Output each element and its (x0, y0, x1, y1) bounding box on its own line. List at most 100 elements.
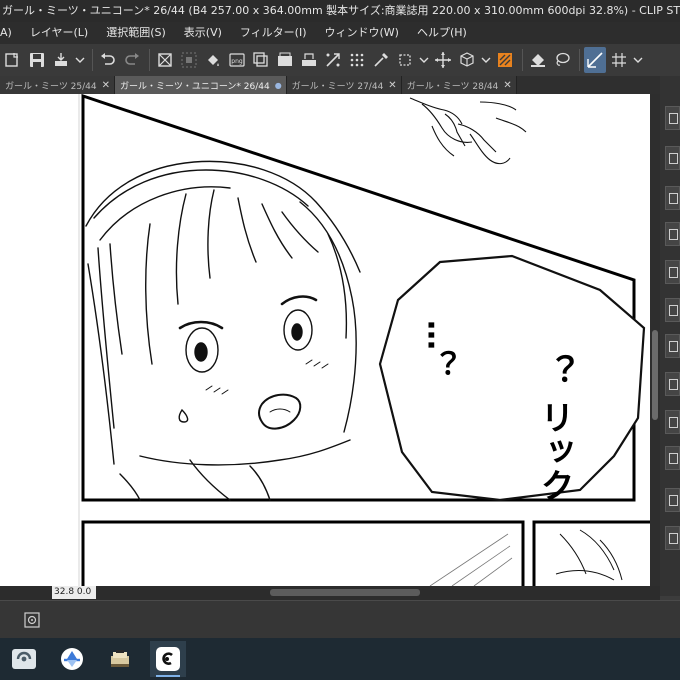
horizontal-scrollbar-thumb[interactable] (270, 589, 420, 596)
cut-button[interactable] (274, 47, 296, 73)
undo-button[interactable] (97, 47, 119, 73)
paint-brush-app-icon (61, 648, 83, 670)
tab-label: ガール・ミーツ 25/44 (5, 81, 97, 92)
menu-view[interactable]: 表示(V) (175, 22, 231, 44)
3d-button[interactable] (456, 47, 478, 73)
menu-layer[interactable]: レイヤー(L) (21, 22, 97, 44)
fill-button[interactable] (202, 47, 224, 73)
clear-button[interactable] (154, 47, 176, 73)
fill-bucket-icon (531, 54, 545, 67)
snap-icon (612, 53, 626, 67)
dock-panel-button[interactable] (665, 488, 680, 512)
toolbar-separator (149, 49, 150, 71)
app-window: ガール・ミーツ・ユニコーン* 26/44 (B4 257.00 x 364.00… (0, 0, 680, 680)
taskbar-clip-studio-paint[interactable] (150, 641, 186, 677)
taskbar-paint-app[interactable] (54, 641, 90, 677)
dock-panel-button[interactable] (665, 106, 680, 130)
transform-icon (326, 53, 340, 67)
new-file-button[interactable] (2, 47, 24, 73)
close-icon[interactable]: ✕ (388, 80, 396, 91)
tab-page-28[interactable]: ガール・ミーツ 28/44 ✕ (401, 76, 517, 94)
tab-page-25[interactable]: ガール・ミーツ 25/44 ✕ (0, 76, 116, 94)
clip-studio-paint-icon (156, 647, 180, 671)
document-tab-bar: ガール・ミーツ 25/44 ✕ ガール・ミーツ・ユニコーン* 26/44 ● ガ… (0, 76, 660, 94)
menu-filter[interactable]: フィルター(I) (231, 22, 316, 44)
scrollbar-thumb[interactable] (652, 330, 658, 420)
toolbar-separator (522, 49, 523, 71)
redo-button[interactable] (121, 47, 143, 73)
snap-dropdown[interactable] (632, 47, 644, 73)
title-bar: ガール・ミーツ・ユニコーン* 26/44 (B4 257.00 x 364.00… (0, 0, 680, 22)
dock-panel-button[interactable] (665, 186, 680, 210)
crop-button[interactable] (394, 47, 416, 73)
undo-icon (101, 53, 115, 65)
dock-panel-button[interactable] (665, 372, 680, 396)
target-icon (24, 612, 40, 628)
layer-color-button[interactable] (494, 47, 516, 73)
clear-outside-icon (181, 52, 197, 68)
redo-icon (125, 53, 139, 65)
window-title: ガール・ミーツ・ユニコーン* 26/44 (B4 257.00 x 364.00… (2, 4, 680, 17)
chevron-down-icon (481, 57, 491, 63)
modified-dot-icon[interactable]: ● (275, 81, 282, 90)
lasso-button[interactable] (551, 47, 573, 73)
move-button[interactable] (432, 47, 454, 73)
close-icon[interactable]: ✕ (102, 80, 110, 91)
fill-icon (208, 55, 219, 66)
3d-dropdown[interactable] (480, 47, 492, 73)
ruler-button[interactable] (584, 47, 606, 73)
toolbar-separator (579, 49, 580, 71)
tone-button[interactable] (346, 47, 368, 73)
menu-window[interactable]: ウィンドウ(W) (316, 22, 408, 44)
fill-bucket-button[interactable] (527, 47, 549, 73)
chevron-down-icon (633, 57, 643, 63)
snap-button[interactable] (608, 47, 630, 73)
drawing-canvas[interactable]: ？ リック …？ (0, 94, 650, 586)
dock-panel-button[interactable] (665, 260, 680, 284)
tab-page-27[interactable]: ガール・ミーツ 27/44 ✕ (286, 76, 402, 94)
layer-color-icon (498, 53, 512, 67)
dock-panel-button[interactable] (665, 298, 680, 322)
tone-icon (350, 53, 364, 67)
copy-button[interactable] (250, 47, 272, 73)
menu-selection[interactable]: 選択範囲(S) (97, 22, 175, 44)
chevron-down-icon (419, 57, 429, 63)
menu-help[interactable]: ヘルプ(H) (408, 22, 476, 44)
taskbar-clip-studio[interactable] (6, 641, 42, 677)
menu-animation[interactable]: A) (0, 22, 21, 44)
tab-page-26[interactable]: ガール・ミーツ・ユニコーン* 26/44 ● (115, 76, 287, 94)
toolbar-separator (92, 49, 93, 71)
paste-button[interactable] (298, 47, 320, 73)
vertical-scrollbar[interactable] (650, 94, 660, 586)
dock-panel-button[interactable] (665, 446, 680, 470)
lasso-icon (556, 52, 570, 66)
export-button[interactable] (50, 47, 72, 73)
taskbar-archive-app[interactable] (102, 641, 138, 677)
transform-button[interactable] (322, 47, 344, 73)
dock-panel-button[interactable] (665, 146, 680, 170)
cut-icon (278, 52, 292, 66)
dock-panel-button[interactable] (665, 410, 680, 434)
dock-panel-button[interactable] (665, 526, 680, 550)
zoom-field[interactable]: 32.8 0.0 (52, 586, 96, 599)
3d-icon (460, 52, 474, 67)
navigator-button[interactable] (20, 609, 44, 631)
dock-panel-button[interactable] (665, 222, 680, 246)
png-export-button[interactable]: png (226, 47, 248, 73)
right-dock (660, 76, 680, 596)
save-button[interactable] (26, 47, 48, 73)
export-dropdown[interactable] (74, 47, 86, 73)
close-icon[interactable]: ✕ (503, 80, 511, 91)
move-icon (435, 52, 451, 68)
dock-panel-button[interactable] (665, 334, 680, 358)
panel-frame-lower-right (532, 520, 650, 586)
crop-icon (399, 54, 411, 66)
clear-icon (158, 53, 172, 67)
clear-outside-button[interactable] (178, 47, 200, 73)
menu-bar: A) レイヤー(L) 選択範囲(S) 表示(V) フィルター(I) ウィンドウ(… (0, 22, 680, 44)
eyedropper-button[interactable] (370, 47, 392, 73)
archive-app-icon (111, 650, 129, 667)
speech-text-right: ？ リック (534, 354, 574, 502)
svg-text:png: png (231, 58, 243, 65)
crop-dropdown[interactable] (418, 47, 430, 73)
